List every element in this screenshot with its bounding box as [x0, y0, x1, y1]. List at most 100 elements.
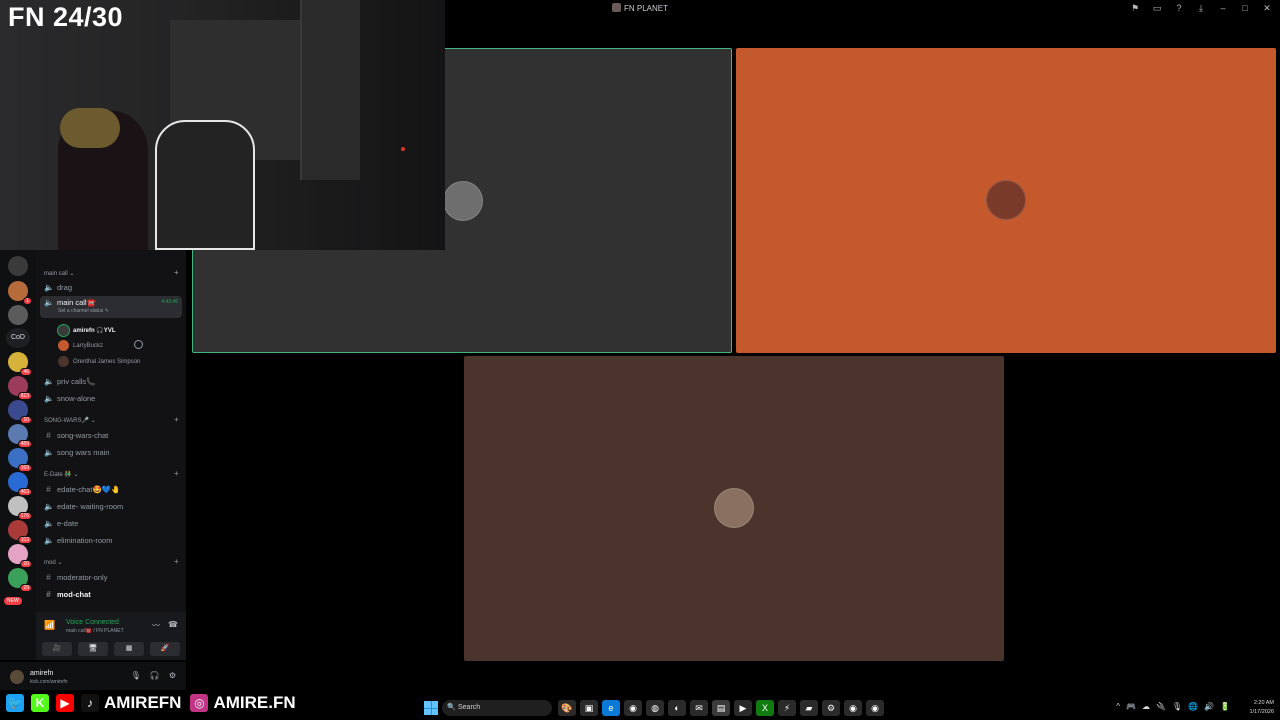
app-icon[interactable]: ◉	[866, 700, 884, 716]
server-icon[interactable]: 20	[8, 544, 32, 568]
settings-icon[interactable]: ⚙	[822, 700, 840, 716]
hash-icon: #	[46, 573, 51, 582]
app-icon[interactable]: ▤	[712, 700, 730, 716]
server-icon-cod[interactable]: CoD	[6, 328, 30, 348]
voice-actions: 〰 ☎	[152, 620, 178, 631]
server-icon[interactable]: 169	[8, 448, 32, 472]
app-icon[interactable]: ▣	[580, 700, 598, 716]
minimize-button[interactable]: –	[1216, 2, 1230, 14]
webcam-overlay: FN 24/30	[0, 0, 445, 250]
tiktok-icon: ♪	[79, 692, 101, 714]
server-icon[interactable]: 29	[8, 568, 32, 592]
speaker-icon: 🔈	[44, 298, 54, 307]
app-icon[interactable]: ◉	[844, 700, 862, 716]
category-mod[interactable]: mod ⌄ +	[44, 557, 179, 566]
threads-icon[interactable]: ⚑	[1128, 2, 1142, 14]
participant-tile-orenthal[interactable]	[464, 356, 1004, 661]
participant-tile-larrybuckz[interactable]	[736, 48, 1276, 353]
windows-start-icon[interactable]	[424, 701, 438, 715]
close-button[interactable]: ✕	[1260, 2, 1274, 14]
microphone-icon[interactable]: 🎙	[1172, 702, 1182, 711]
server-icon[interactable]: 46	[8, 352, 32, 376]
inbox-icon[interactable]: ▭	[1150, 2, 1164, 14]
add-channel-icon[interactable]: +	[174, 415, 179, 424]
category-edate[interactable]: E-Date 👬 ⌄ +	[44, 469, 179, 478]
plug-icon[interactable]: 🔌	[1156, 702, 1166, 711]
settings-icon[interactable]: ⚙	[169, 671, 176, 680]
voice-channel-path[interactable]: main call☎️ / FN PLANET	[66, 628, 124, 634]
server-icon[interactable]	[8, 256, 28, 276]
channel-song-wars-main[interactable]: 🔈 song wars main	[44, 448, 110, 457]
channel-priv-calls[interactable]: 🔈 priv calls📞	[44, 377, 96, 386]
channel-moderator-only[interactable]: # moderator-only	[44, 573, 107, 582]
server-icon[interactable]: 823	[8, 376, 32, 400]
soundboard-button[interactable]: 🚀	[150, 642, 180, 656]
add-channel-icon[interactable]: +	[174, 469, 179, 478]
noise-suppression-icon[interactable]: 〰	[152, 620, 160, 631]
avatar	[714, 488, 754, 528]
camera-button[interactable]: 🎥	[42, 642, 72, 656]
app-icon[interactable]: 🎨	[558, 700, 576, 716]
new-unreads-pill[interactable]: NEW	[4, 597, 22, 605]
battery-icon[interactable]: 🔋	[1220, 702, 1230, 711]
channel-elimination-room[interactable]: 🔈 elimination-room	[44, 536, 112, 545]
channel-edate-waiting-room[interactable]: 🔈 edate- waiting-room	[44, 502, 123, 511]
server-icon[interactable]: 10	[8, 400, 32, 424]
channel-edate-chat[interactable]: # edate-chat🤩💙🤚	[44, 485, 120, 494]
network-icon[interactable]: 🌐	[1188, 702, 1198, 711]
channel-drag[interactable]: 🔈 drag	[44, 283, 72, 292]
voice-connected-panel: 📶 Voice Connected main call☎️ / FN PLANE…	[36, 612, 186, 660]
activities-button[interactable]: ▦	[114, 642, 144, 656]
download-icon[interactable]: ⤓	[1194, 2, 1208, 14]
taskbar: 🔍 Search 🎨 ▣ e ◉ ◍ ◐ ✉ ▤ ▶ X ⚡ ▰ ⚙ ◉ ◉ ^ …	[300, 697, 1280, 720]
speaker-icon: 🔈	[44, 394, 54, 403]
clock[interactable]: 2:20 AM 1/17/2026	[1250, 699, 1274, 717]
streamer-hair	[60, 108, 120, 148]
channel-main-call[interactable]: 🔈 main call☎️ 4:43:46 Set a channel statu…	[40, 296, 182, 318]
chrome-icon[interactable]: ◍	[646, 700, 664, 716]
onedrive-icon[interactable]: ☁	[1142, 702, 1150, 711]
volume-icon[interactable]: 🔊	[1204, 702, 1214, 711]
app-icon[interactable]: ⚡	[778, 700, 796, 716]
avatar[interactable]	[10, 670, 24, 684]
add-channel-icon[interactable]: +	[174, 557, 179, 566]
server-icon[interactable]	[8, 305, 28, 325]
channel-e-date[interactable]: 🔈 e-date	[44, 519, 78, 528]
username: amirefn	[30, 670, 54, 677]
discord-icon[interactable]: ✉	[690, 700, 708, 716]
tray-app-icon[interactable]: 🎮	[1126, 702, 1136, 711]
channel-mod-chat[interactable]: # mod-chat	[44, 590, 90, 599]
channel-status[interactable]: Set a channel status ✎	[58, 308, 109, 314]
screen-share-button[interactable]: 🖥	[78, 642, 108, 656]
server-icon[interactable]: 489	[8, 424, 32, 448]
voice-member[interactable]: Orenthal James Simpson	[58, 356, 140, 367]
voice-member[interactable]: amirefn 🎧YVL	[58, 325, 115, 336]
server-icon[interactable]: 103	[8, 520, 32, 544]
category-main-call[interactable]: main call ⌄ +	[44, 268, 179, 277]
app-icon[interactable]: ▶	[734, 700, 752, 716]
edge-icon[interactable]: e	[602, 700, 620, 716]
server-icon[interactable]: 463	[8, 472, 32, 496]
voice-member[interactable]: LarryBuckz	[58, 340, 103, 351]
app-icon[interactable]: ▰	[800, 700, 818, 716]
tray-chevron-icon[interactable]: ^	[1116, 702, 1120, 711]
category-song-wars[interactable]: SONG-WARS🎤 ⌄ +	[44, 415, 179, 424]
app-icon[interactable]: ◐	[668, 700, 686, 716]
user-controls: 🎙 🎧 ⚙	[131, 671, 176, 680]
channel-song-wars-chat[interactable]: # song-wars-chat	[44, 431, 108, 440]
mic-icon[interactable]: 🎙	[131, 671, 141, 680]
taskbar-search[interactable]: 🔍 Search	[442, 700, 552, 716]
maximize-button[interactable]: □	[1238, 2, 1252, 14]
red-light	[401, 147, 405, 151]
disconnect-icon[interactable]: ☎	[168, 620, 178, 631]
social-handle: AMIREFN	[103, 692, 182, 713]
xbox-icon[interactable]: X	[756, 700, 774, 716]
server-icon[interactable]: 176	[8, 496, 32, 520]
server-icon[interactable]: 1	[8, 281, 32, 305]
channel-snow-alone[interactable]: 🔈 snow-alone	[44, 394, 95, 403]
app-icon[interactable]: ◉	[624, 700, 642, 716]
headphones-icon[interactable]: 🎧	[150, 671, 160, 680]
add-channel-icon[interactable]: +	[174, 268, 179, 277]
signal-icon[interactable]: 📶	[44, 620, 55, 631]
help-icon[interactable]: ?	[1172, 2, 1186, 14]
